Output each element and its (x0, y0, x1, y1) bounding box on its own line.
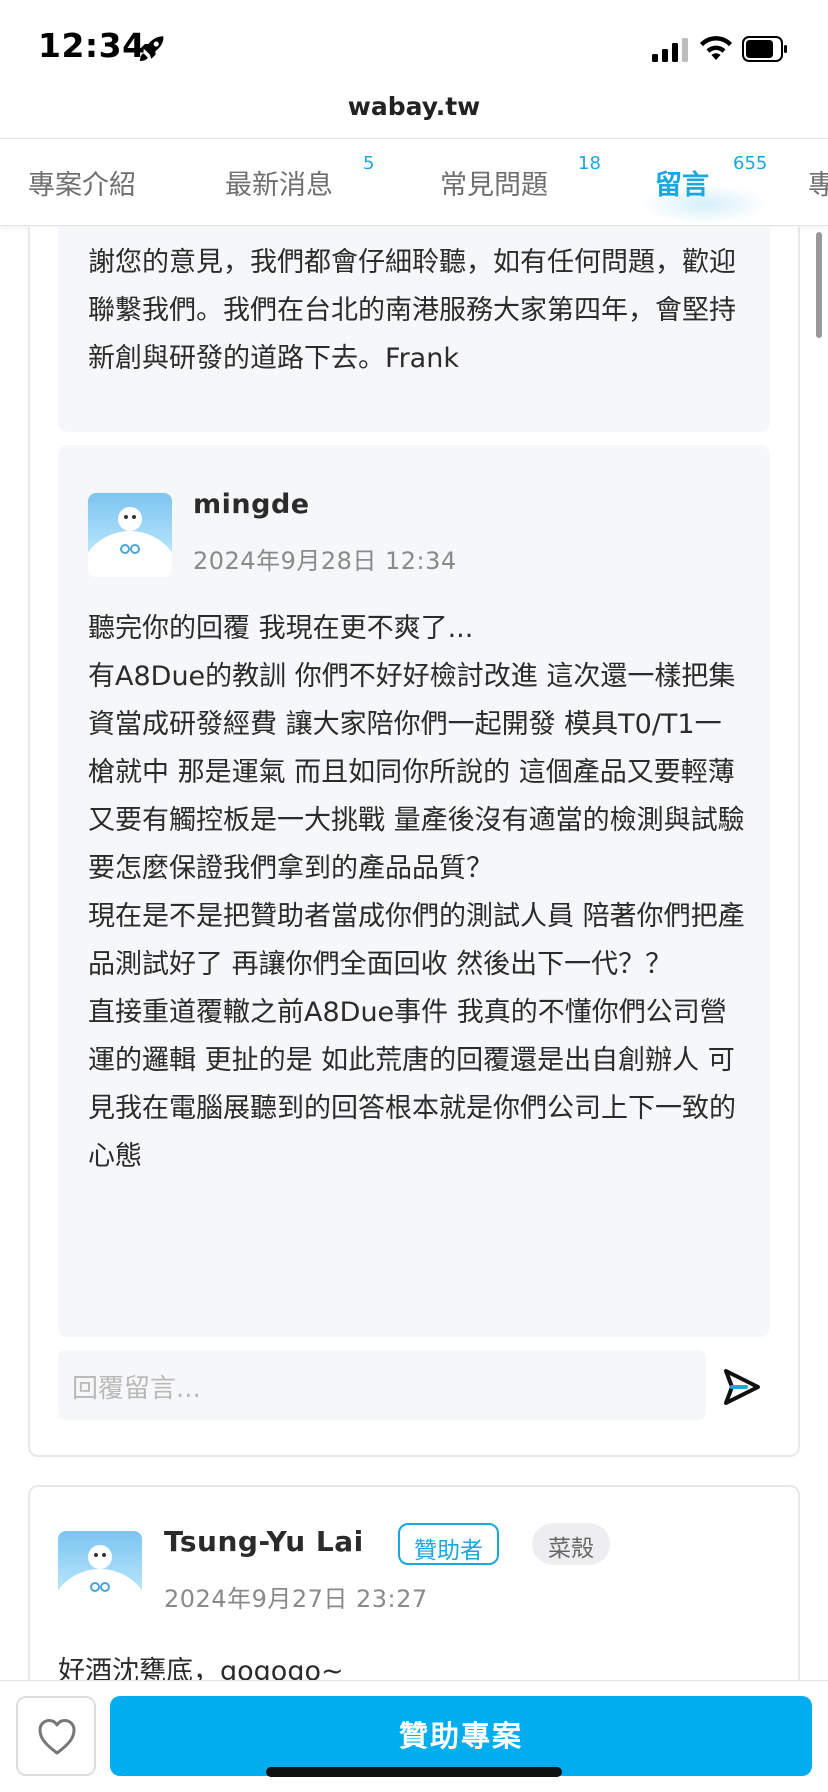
comment-body: 好酒沈甕底，gogogo~ (58, 1656, 344, 1680)
reply-line: 直接重道覆轍之前A8Due事件 我真的不懂你們公司營運的邏輯 更扯的是 如此荒唐… (88, 997, 736, 1172)
tab-news[interactable]: 最新消息 5 (225, 153, 374, 202)
tab-label: 專案介紹 (28, 170, 136, 201)
send-icon[interactable] (722, 1367, 762, 1407)
url-text: wabay.tw (347, 92, 481, 121)
status-bar: 12:34 (0, 0, 828, 100)
reply-input[interactable]: 回覆留言... (58, 1350, 706, 1420)
rank-badge: 菜殼 (532, 1523, 610, 1565)
creator-reply: 謝您的意見，我們都會仔細聆聽，如有任何問題，歡迎聯繫我們。我們在台北的南港服務大… (58, 227, 770, 432)
comments-list[interactable]: 謝您的意見，我們都會仔細聆聽，如有任何問題，歡迎聯繫我們。我們在台北的南港服務大… (0, 227, 828, 1680)
avatar[interactable] (88, 493, 172, 577)
heart-icon (38, 1719, 76, 1755)
tab-bar: 專案介紹 最新消息 5 常見問題 18 留言 655 專 (0, 138, 828, 226)
tab-faq[interactable]: 常見問題 18 (440, 153, 601, 202)
user-reply: mingde 2024年9月28日 12:34 聽完你的回覆 我現在更不爽了..… (58, 445, 770, 1337)
user-name[interactable]: Tsung-Yu Lai (164, 1525, 364, 1558)
comment-date: 2024年9月27日 23:27 (164, 1585, 428, 1613)
wifi-icon (700, 36, 732, 60)
avatar-mascot-icon (58, 1545, 142, 1615)
tab-count: 5 (363, 153, 375, 174)
tab-project-intro[interactable]: 專案介紹 (28, 163, 136, 202)
scrollbar[interactable] (816, 232, 822, 338)
comment-date: 2024年9月28日 12:34 (193, 547, 457, 575)
tab-label: 最新消息 (225, 170, 333, 201)
reply-body: 聽完你的回覆 我現在更不爽了... 有A8Due的教訓 你們不好好檢討改進 這次… (88, 605, 748, 1181)
user-name[interactable]: mingde (193, 489, 310, 520)
reply-text: 謝您的意見，我們都會仔細聆聽，如有任何問題，歡迎聯繫我們。我們在台北的南港服務大… (88, 247, 736, 374)
reply-line: 有A8Due的教訓 你們不好好檢討改進 這次還一樣把集資當成研發經費 讓大家陪你… (88, 661, 745, 884)
reply-line: 聽完你的回覆 我現在更不爽了... (88, 613, 474, 644)
tab-more[interactable]: 專 (808, 163, 828, 202)
battery-icon (742, 36, 787, 62)
tab-comments[interactable]: 留言 655 (655, 153, 767, 202)
tab-label: 專 (808, 170, 828, 201)
comment-card: Tsung-Yu Lai 贊助者 菜殼 2024年9月27日 23:27 好酒沈… (28, 1485, 800, 1680)
sponsor-project-button[interactable]: 贊助專案 (110, 1696, 812, 1776)
rocket-icon (139, 36, 164, 62)
favorite-button[interactable] (16, 1696, 96, 1776)
tab-count: 655 (733, 153, 768, 174)
avatar[interactable] (58, 1531, 142, 1615)
reply-line: 現在是不是把贊助者當成你們的測試人員 陪著你們把產品測試好了 再讓你們全面回收 … (88, 901, 745, 980)
tab-label: 常見問題 (440, 170, 548, 201)
cellular-signal-icon (652, 38, 688, 62)
tab-label: 留言 (655, 170, 709, 201)
tab-count: 18 (578, 153, 601, 174)
reply-input-placeholder: 回覆留言... (72, 1374, 201, 1404)
sponsor-badge: 贊助者 (398, 1523, 499, 1565)
avatar-mascot-icon (88, 507, 172, 577)
url-bar[interactable]: wabay.tw (0, 88, 828, 138)
home-indicator[interactable] (266, 1767, 562, 1777)
status-time: 12:34 (38, 26, 146, 65)
